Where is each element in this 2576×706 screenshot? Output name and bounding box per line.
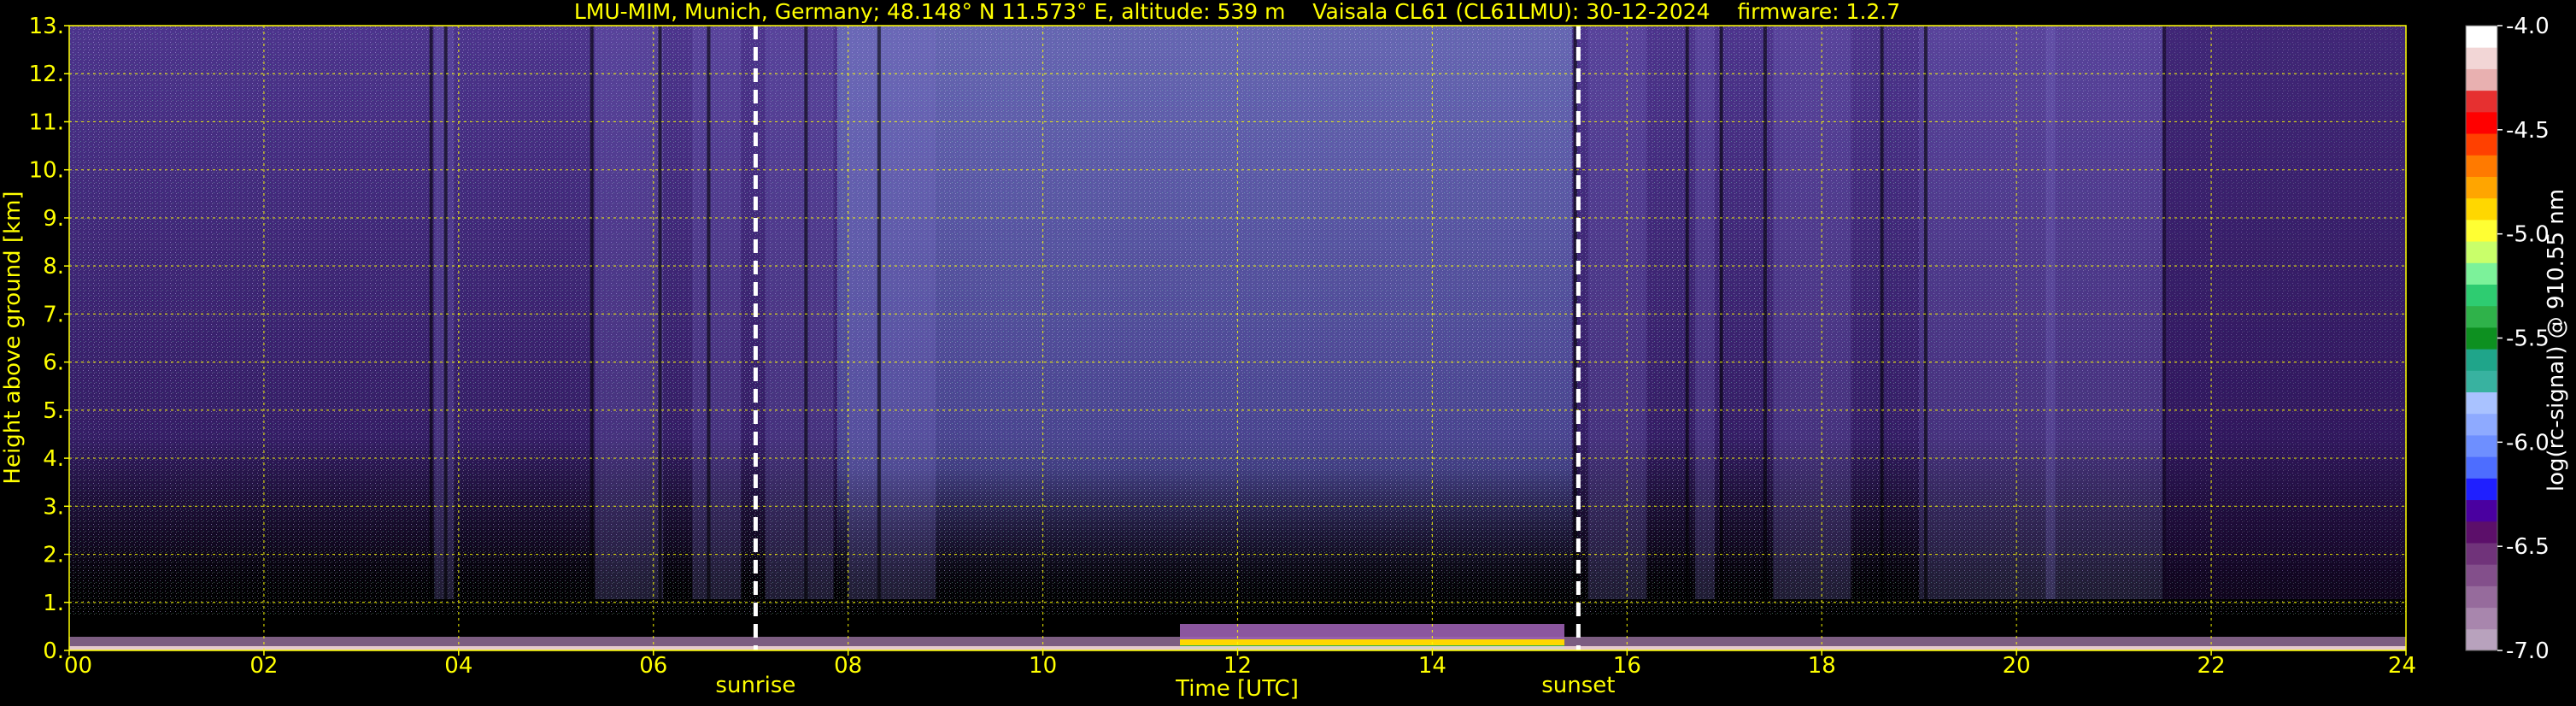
colorbar-swatch — [2466, 284, 2497, 307]
colorbar-swatch — [2466, 262, 2497, 285]
y-tick-label: 12. — [29, 62, 64, 87]
y-tick-label: 3. — [43, 494, 64, 520]
signal-gap — [1880, 26, 1884, 616]
colorbar-swatch — [2466, 628, 2497, 651]
colorbar-swatch — [2466, 434, 2497, 457]
y-tick-label: 11. — [29, 109, 64, 135]
signal-gap — [804, 26, 808, 616]
colorbar: -7.0-6.5-6.0-5.5-5.0-4.5-4.0 — [2465, 14, 2550, 664]
colorbar-swatch — [2466, 564, 2497, 586]
x-ticks: 00 02 04 06 08 10 12 14 16 18 20 22 24 — [64, 650, 2416, 679]
y-tick-label: 1. — [43, 591, 64, 616]
signal-streak — [848, 26, 936, 599]
signal-streak — [1919, 26, 2056, 599]
y-axis-label: Height above ground [km] — [0, 191, 26, 484]
x-tick-label: 24 — [2388, 653, 2416, 679]
colorbar-swatch — [2466, 456, 2497, 479]
signal-gap — [1685, 26, 1689, 616]
y-tick-label: 13. — [29, 14, 64, 39]
x-tick-label: 00 — [64, 653, 92, 679]
ceilometer-figure: sunrise sunset 00 02 04 06 08 10 12 14 16 18 20 22 24… — [0, 0, 2569, 702]
colorbar-tick-label: -4.0 — [2506, 14, 2550, 39]
signal-gap — [1719, 26, 1723, 616]
signal-streak — [2045, 26, 2163, 599]
y-tick-label: 5. — [43, 398, 64, 424]
chart-title: LMU-MIM, Munich, Germany; 48.148° N 11.5… — [574, 0, 1900, 24]
y-ticks: 0. 1. 2. 3. 4. 5. 6. 7. 8. 9. 10. 11. 12. 13. — [29, 14, 69, 664]
colorbar-swatch — [2466, 197, 2497, 221]
colorbar-swatch — [2466, 305, 2497, 328]
y-tick-label: 4. — [43, 446, 64, 472]
colorbar-swatch — [2466, 111, 2497, 134]
colorbar-swatch — [2466, 176, 2497, 199]
colorbar-tick-label: -4.5 — [2506, 118, 2550, 144]
y-tick-label: 8. — [43, 254, 64, 279]
colorbar-swatch — [2466, 327, 2497, 350]
colorbar-swatch — [2466, 391, 2497, 415]
y-tick-label: 0. — [43, 638, 64, 664]
signal-gap — [877, 26, 881, 616]
signal-streak — [1587, 26, 1647, 599]
colorbar-swatch — [2466, 133, 2497, 156]
colorbar-tick-label: -6.5 — [2506, 534, 2550, 560]
y-tick-label: 9. — [43, 206, 64, 232]
colorbar-swatch — [2466, 47, 2497, 69]
signal-gap — [443, 26, 448, 616]
x-tick-label: 10 — [1029, 653, 1057, 679]
colorbar-label: log(rc-signal) @ 910.55 nm — [2544, 189, 2569, 491]
x-tick-label: 08 — [834, 653, 862, 679]
colorbar-swatch — [2466, 607, 2497, 630]
x-axis-label: Time [UTC] — [1175, 676, 1299, 702]
colorbar-swatch — [2466, 155, 2497, 177]
colorbar-tick-label: -7.0 — [2506, 638, 2550, 664]
signal-streak — [1773, 26, 1851, 599]
colorbar-swatch — [2466, 413, 2497, 436]
x-tick-label: 16 — [1613, 653, 1641, 679]
colorbar-swatch — [2466, 90, 2497, 113]
colorbar-swatch — [2466, 370, 2497, 393]
signal-gap — [590, 26, 594, 616]
y-tick-label: 2. — [43, 543, 64, 568]
y-tick-label: 7. — [43, 302, 64, 327]
x-tick-label: 12 — [1223, 653, 1252, 679]
signal-streak — [765, 26, 834, 599]
x-tick-label: 02 — [249, 653, 278, 679]
colorbar-swatch — [2466, 241, 2497, 263]
y-tick-label: 10. — [29, 158, 64, 184]
colorbar-swatch — [2466, 26, 2497, 48]
signal-gap — [707, 26, 711, 616]
colorbar-swatch — [2466, 585, 2497, 609]
x-tick-label: 22 — [2198, 653, 2226, 679]
x-tick-label: 18 — [1808, 653, 1836, 679]
signal-streak — [1695, 26, 1715, 599]
signal-gap — [1923, 26, 1928, 616]
signal-streak — [692, 26, 742, 599]
colorbar-swatch — [2466, 68, 2497, 91]
colorbar-swatch — [2466, 219, 2497, 242]
signal-gap — [1763, 26, 1767, 616]
night-layer — [2162, 26, 2406, 599]
colorbar-swatch — [2466, 542, 2497, 565]
sunrise-label: sunrise — [715, 673, 795, 698]
x-tick-label: 06 — [639, 653, 667, 679]
x-tick-label: 14 — [1418, 653, 1446, 679]
colorbar-swatch — [2466, 499, 2497, 522]
colorbar-swatch — [2466, 349, 2497, 371]
y-tick-label: 6. — [43, 350, 64, 376]
x-tick-label: 04 — [444, 653, 472, 679]
sunset-label: sunset — [1541, 673, 1615, 698]
signal-gap — [658, 26, 662, 616]
signal-gap — [429, 26, 433, 616]
colorbar-swatch — [2466, 521, 2497, 544]
x-tick-label: 20 — [2003, 653, 2031, 679]
colorbar-swatch — [2466, 478, 2497, 501]
